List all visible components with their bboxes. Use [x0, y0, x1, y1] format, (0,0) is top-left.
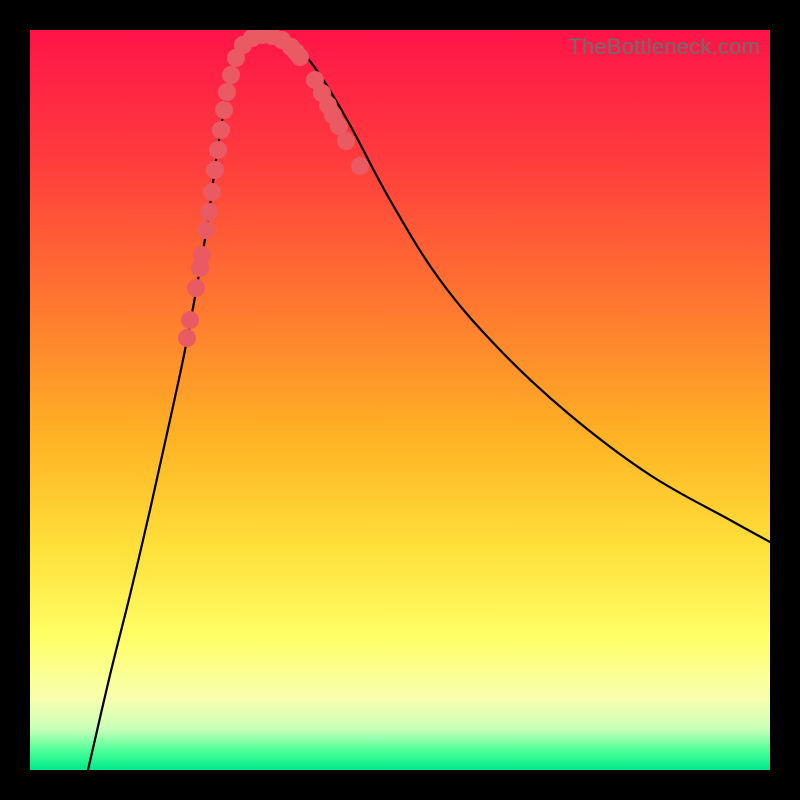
highlight-dot — [193, 246, 211, 264]
curve-layer — [30, 30, 770, 770]
highlight-dot — [218, 83, 236, 101]
chart-frame: TheBottleneck.com — [0, 0, 800, 800]
highlight-dot — [200, 203, 218, 221]
highlight-dot — [291, 48, 309, 66]
bottleneck-curve — [88, 35, 770, 770]
highlight-dot — [203, 183, 221, 201]
highlight-dot — [209, 141, 227, 159]
highlight-dot — [212, 121, 230, 139]
highlight-dot — [206, 161, 224, 179]
highlight-dots — [178, 30, 369, 347]
plot-area: TheBottleneck.com — [30, 30, 770, 770]
highlight-dot — [351, 157, 369, 175]
highlight-dot — [222, 66, 240, 84]
highlight-dot — [187, 279, 205, 297]
highlight-dot — [181, 311, 199, 329]
highlight-dot — [215, 101, 233, 119]
highlight-dot — [178, 329, 196, 347]
highlight-dot — [337, 132, 355, 150]
highlight-dot — [197, 221, 215, 239]
watermark-label: TheBottleneck.com — [568, 34, 760, 60]
